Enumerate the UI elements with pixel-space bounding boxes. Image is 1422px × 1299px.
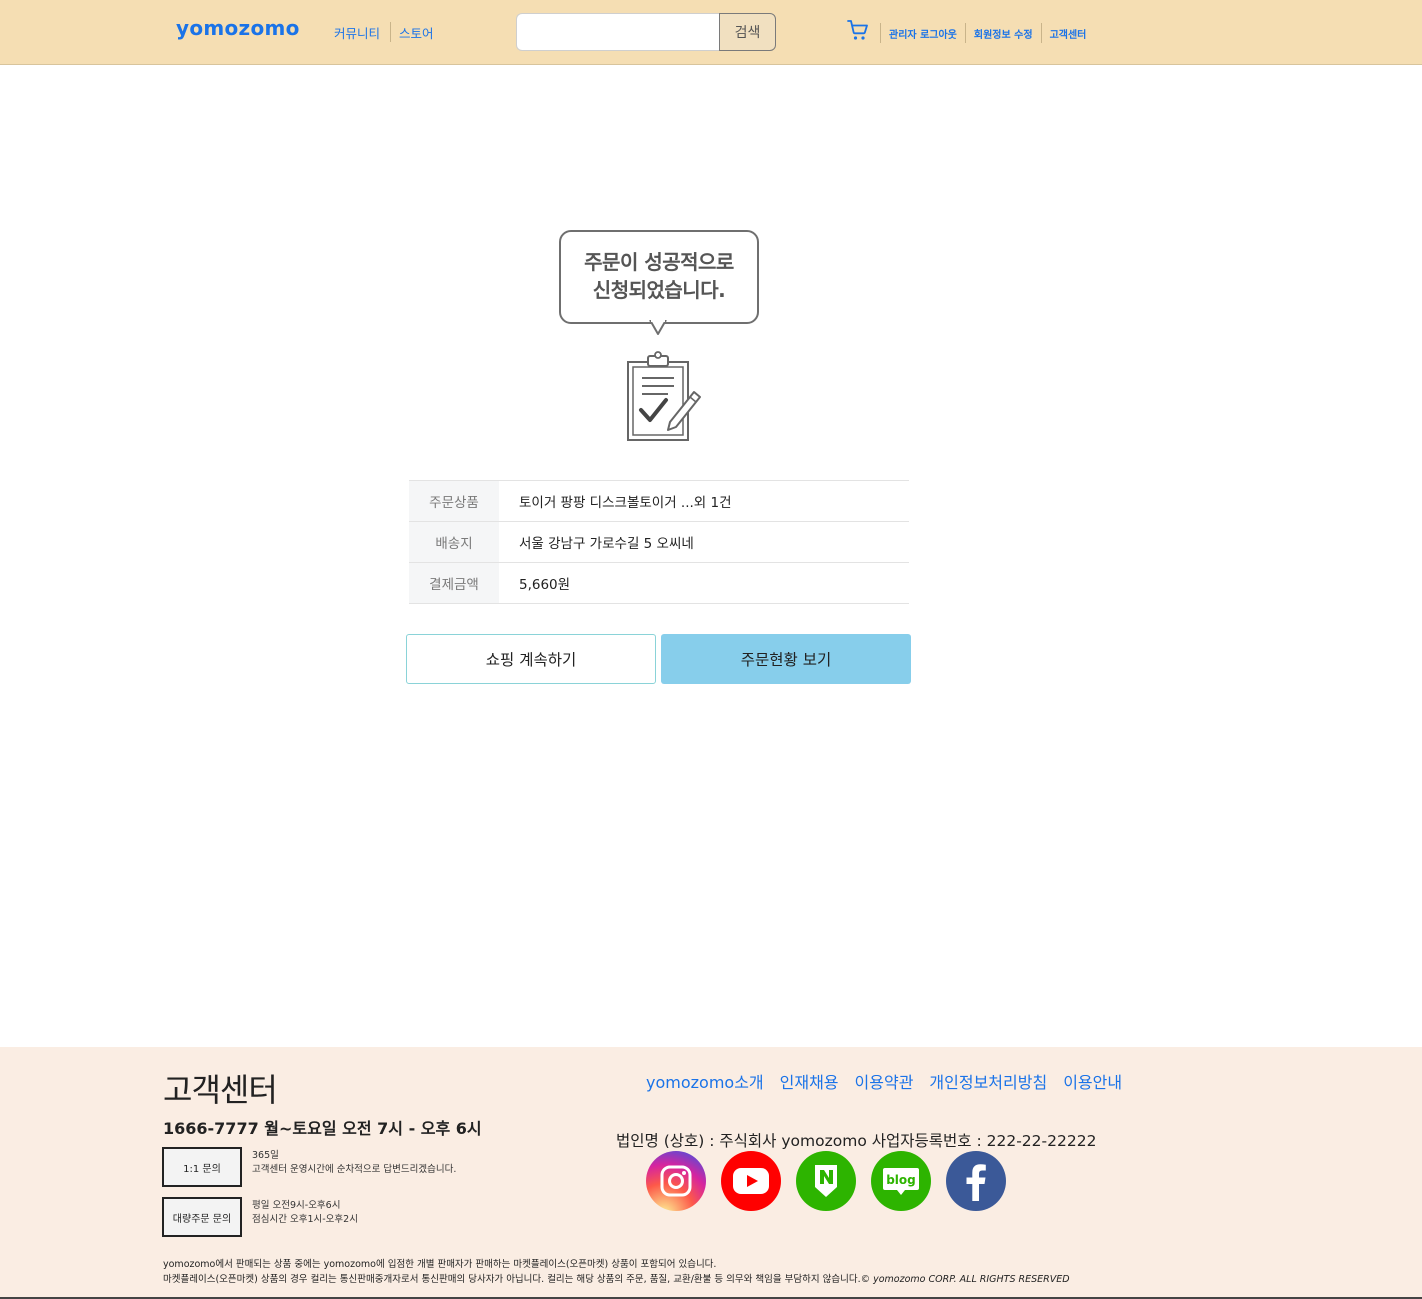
bubble-tail-icon <box>649 320 667 335</box>
footer-link-about[interactable]: yomozomo소개 <box>646 1069 764 1093</box>
table-row: 주문상품 토이거 팡팡 디스크볼토이거 ...외 1건 <box>409 480 909 522</box>
inquiry1-line-2: 고객센터 운영시간에 순차적으로 답변드리겠습니다. <box>252 1164 457 1175</box>
edit-profile-link[interactable]: 회원정보 수정 <box>974 26 1033 41</box>
cart-icon[interactable] <box>846 18 870 42</box>
main-nav: 커뮤니티 스토어 <box>334 22 434 42</box>
search-button[interactable]: 검색 <box>719 13 776 51</box>
top-header: yomozomo 커뮤니티 스토어 검색 관리자 로그아웃 회원정보 수정 고객… <box>0 0 1422 65</box>
customer-center-phone: 1666-7777 월~토요일 오전 7시 - 오후 6시 <box>163 1119 482 1138</box>
nav-community[interactable]: 커뮤니티 <box>334 23 380 42</box>
instagram-icon[interactable] <box>646 1151 706 1211</box>
inquiry2-line-1: 평일 오전9시-오후6시 <box>252 1200 341 1211</box>
legal-notice: yomozomo에서 판매되는 상품 중에는 yomozomo에 입점한 개별 … <box>163 1257 1070 1287</box>
util-divider <box>1040 23 1042 43</box>
footer-link-careers[interactable]: 인재채용 <box>780 1069 839 1093</box>
notice-line-2: 마켓플레이스(오픈마켓) 상품의 경우 컬리는 통신판매중개자로서 통신판매의 … <box>163 1274 861 1285</box>
table-row: 배송지 서울 강남구 가로수길 5 오씨네 <box>409 521 909 563</box>
view-orders-button[interactable]: 주문현황 보기 <box>661 634 911 684</box>
naver-post-glyph-icon <box>815 1165 837 1197</box>
inquiry1-info: 365일 고객센터 운영시간에 순차적으로 답변드리겠습니다. <box>252 1149 456 1177</box>
continue-shopping-button[interactable]: 쇼핑 계속하기 <box>406 634 656 684</box>
order-success-bubble: 주문이 성공적으로 신청되었습니다. <box>559 230 759 324</box>
search-input[interactable] <box>516 13 719 51</box>
footer-link-terms[interactable]: 이용약관 <box>855 1069 914 1093</box>
corporate-info: 법인명 (상호) : 주식회사 yomozomo 사업자등록번호 : 222-2… <box>616 1132 1097 1150</box>
copyright: © yomozomo CORP. ALL RIGHTS RESERVED <box>860 1274 1070 1285</box>
customer-center-link[interactable]: 고객센터 <box>1050 26 1087 41</box>
utility-links: 관리자 로그아웃 회원정보 수정 고객센터 <box>880 23 1086 43</box>
notice-line-2-wrap: 마켓플레이스(오픈마켓) 상품의 경우 컬리는 통신판매중개자로서 통신판매의 … <box>163 1272 1070 1287</box>
order-summary-table: 주문상품 토이거 팡팡 디스크볼토이거 ...외 1건 배송지 서울 강남구 가… <box>409 480 909 604</box>
bulk-order-inquiry-button[interactable]: 대량주문 문의 <box>162 1197 242 1237</box>
product-label: 주문상품 <box>409 480 499 522</box>
inquiry2-info: 평일 오전9시-오후6시 점심시간 오후1시-오후2시 <box>252 1199 358 1227</box>
customer-center-title: 고객센터 <box>163 1071 278 1109</box>
instagram-glyph-icon <box>660 1165 692 1197</box>
table-row: 결제금액 5,660원 <box>409 562 909 604</box>
amount-label: 결제금액 <box>409 562 499 604</box>
notice-line-1: yomozomo에서 판매되는 상품 중에는 yomozomo에 입점한 개별 … <box>163 1259 717 1270</box>
address-value: 서울 강남구 가로수길 5 오씨네 <box>519 536 694 552</box>
one-to-one-inquiry-button[interactable]: 1:1 문의 <box>162 1147 242 1187</box>
footer-link-guide[interactable]: 이용안내 <box>1063 1069 1122 1093</box>
admin-logout-link[interactable]: 관리자 로그아웃 <box>889 26 957 41</box>
amount-value: 5,660원 <box>519 577 571 593</box>
naver-post-icon[interactable] <box>796 1151 856 1211</box>
nav-store[interactable]: 스토어 <box>399 23 434 42</box>
bubble-line-2: 신청되었습니다. <box>592 278 726 302</box>
search-box: 검색 <box>516 13 776 51</box>
facebook-icon[interactable] <box>946 1151 1006 1211</box>
inquiry2-line-2: 점심시간 오후1시-오후2시 <box>252 1214 358 1225</box>
address-label: 배송지 <box>409 521 499 563</box>
nav-divider <box>390 22 392 42</box>
util-divider <box>964 23 966 43</box>
site-footer: 고객센터 1666-7777 월~토요일 오전 7시 - 오후 6시 1:1 문… <box>0 1047 1422 1299</box>
youtube-icon[interactable] <box>721 1151 781 1211</box>
naver-blog-glyph-icon: blog <box>883 1168 919 1195</box>
footer-links: yomozomo소개 인재채용 이용약관 개인정보처리방침 이용안내 <box>646 1069 1138 1093</box>
bubble-line-1: 주문이 성공적으로 <box>584 250 734 274</box>
site-logo[interactable]: yomozomo <box>176 16 300 40</box>
youtube-glyph-icon <box>733 1168 769 1194</box>
clipboard-check-icon <box>627 351 701 441</box>
blog-text: blog <box>886 1173 916 1187</box>
footer-link-privacy[interactable]: 개인정보처리방침 <box>929 1069 1047 1093</box>
naver-blog-icon[interactable]: blog <box>871 1151 931 1211</box>
product-value: 토이거 팡팡 디스크볼토이거 ...외 1건 <box>519 495 732 511</box>
facebook-glyph-icon <box>966 1164 986 1201</box>
inquiry1-line-1: 365일 <box>252 1150 279 1161</box>
util-divider <box>880 23 881 43</box>
